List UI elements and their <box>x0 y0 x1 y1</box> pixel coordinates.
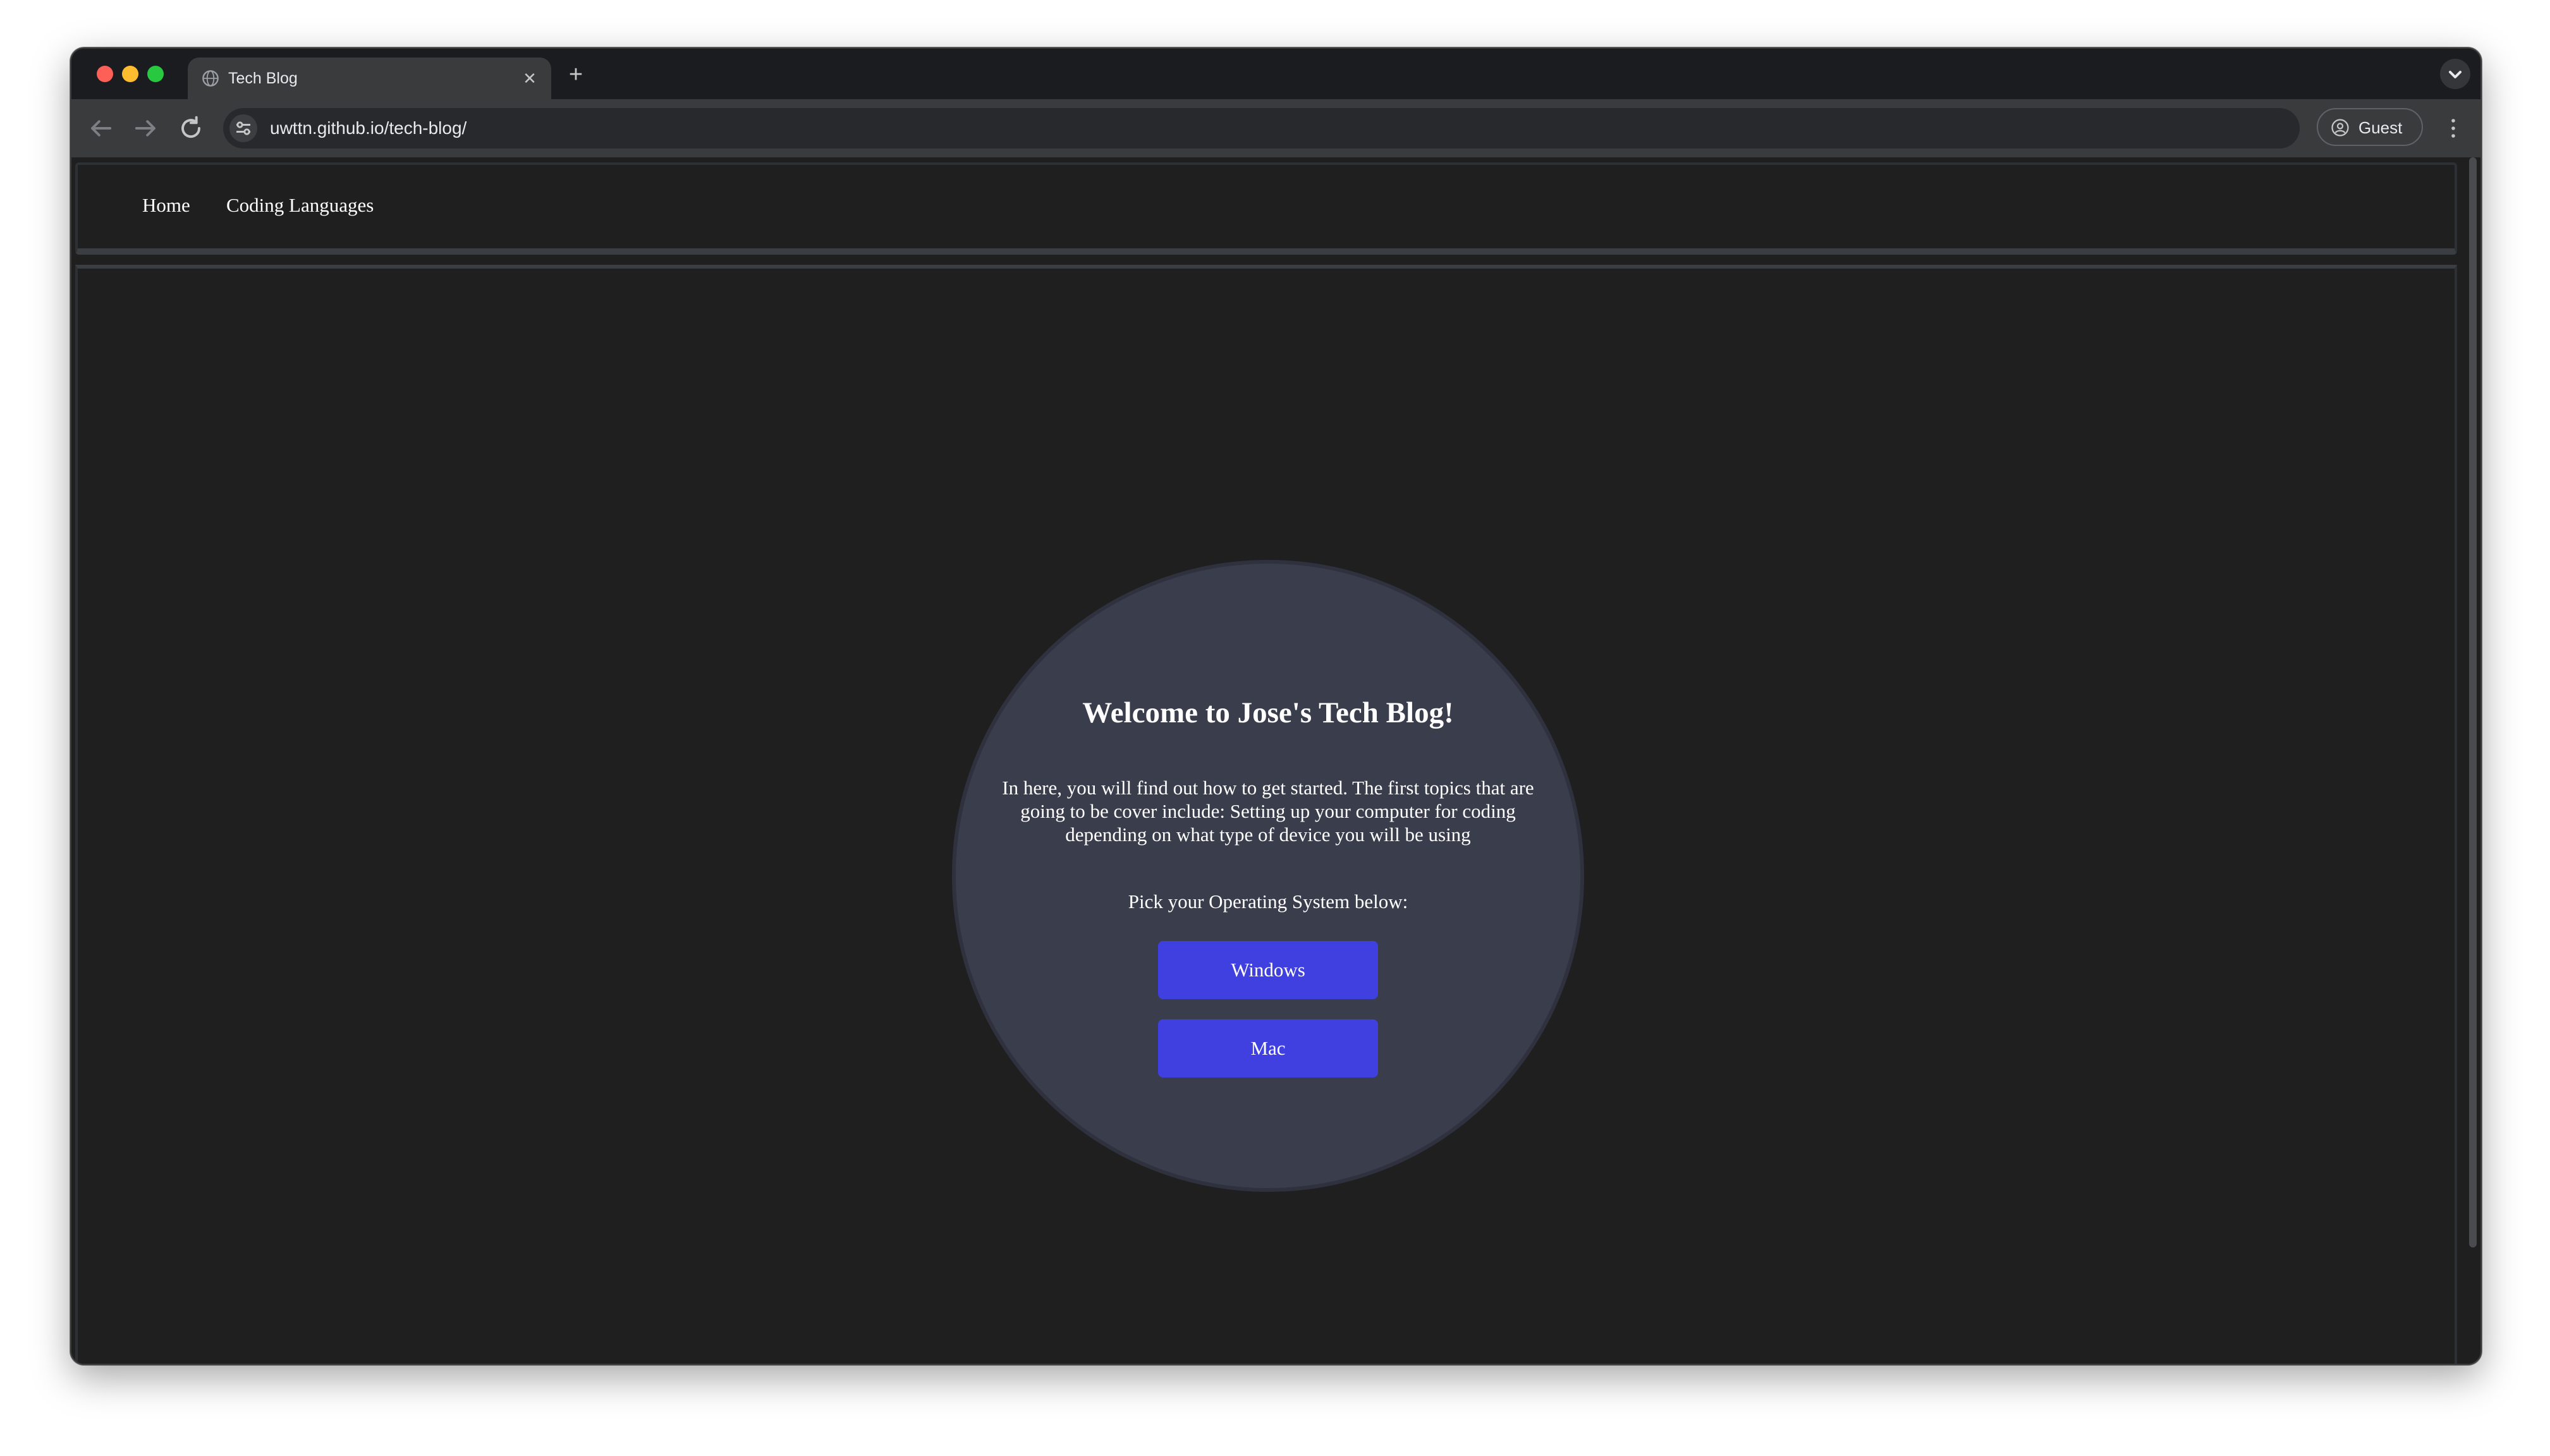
nav-link-coding-languages[interactable]: Coding Languages <box>226 193 374 218</box>
chevron-down-icon <box>2449 71 2462 78</box>
intro-text: In here, you will find out how to get st… <box>1002 777 1534 846</box>
windows-button[interactable]: Windows <box>1158 941 1378 999</box>
window-maximize-button[interactable] <box>147 66 164 82</box>
tab-close-icon[interactable]: ✕ <box>520 68 540 88</box>
scrollbar[interactable] <box>2467 157 2479 1364</box>
more-menu-icon[interactable] <box>2449 116 2457 141</box>
tab-search-button[interactable] <box>2440 59 2470 89</box>
hero-circle: Welcome to Jose's Tech Blog! In here, yo… <box>952 560 1584 1192</box>
page-title: Welcome to Jose's Tech Blog! <box>1082 696 1454 729</box>
site-navbar: Home Coding Languages <box>75 162 2457 255</box>
os-prompt: Pick your Operating System below: <box>1128 890 1408 913</box>
reload-icon[interactable] <box>174 112 207 145</box>
tab-strip: Tech Blog ✕ + <box>71 49 2480 99</box>
address-bar[interactable]: uwttn.github.io/tech-blog/ <box>223 108 2300 149</box>
browser-toolbar: uwttn.github.io/tech-blog/ Guest <box>71 99 2480 157</box>
page-viewport: Home Coding Languages Welcome to Jose's … <box>71 157 2480 1364</box>
profile-label: Guest <box>2358 118 2403 137</box>
profile-icon <box>2331 119 2349 136</box>
scrollbar-thumb[interactable] <box>2469 157 2477 1247</box>
new-tab-button[interactable]: + <box>563 63 589 88</box>
profile-button[interactable]: Guest <box>2317 108 2423 146</box>
nav-link-home[interactable]: Home <box>142 193 190 218</box>
tab-title: Tech Blog <box>228 70 298 87</box>
tab-tech-blog[interactable]: Tech Blog ✕ <box>188 58 551 99</box>
forward-arrow-icon[interactable] <box>130 112 162 145</box>
site-info-button[interactable] <box>229 114 257 142</box>
window-close-button[interactable] <box>97 66 113 82</box>
window-minimize-button[interactable] <box>122 66 138 82</box>
back-arrow-icon[interactable] <box>84 112 117 145</box>
globe-icon <box>202 70 219 87</box>
tune-icon <box>236 121 250 135</box>
url-text[interactable]: uwttn.github.io/tech-blog/ <box>270 118 467 139</box>
mac-button[interactable]: Mac <box>1158 1019 1378 1077</box>
browser-window: Tech Blog ✕ + uwttn.github.io/tech-blog/… <box>70 47 2482 1365</box>
